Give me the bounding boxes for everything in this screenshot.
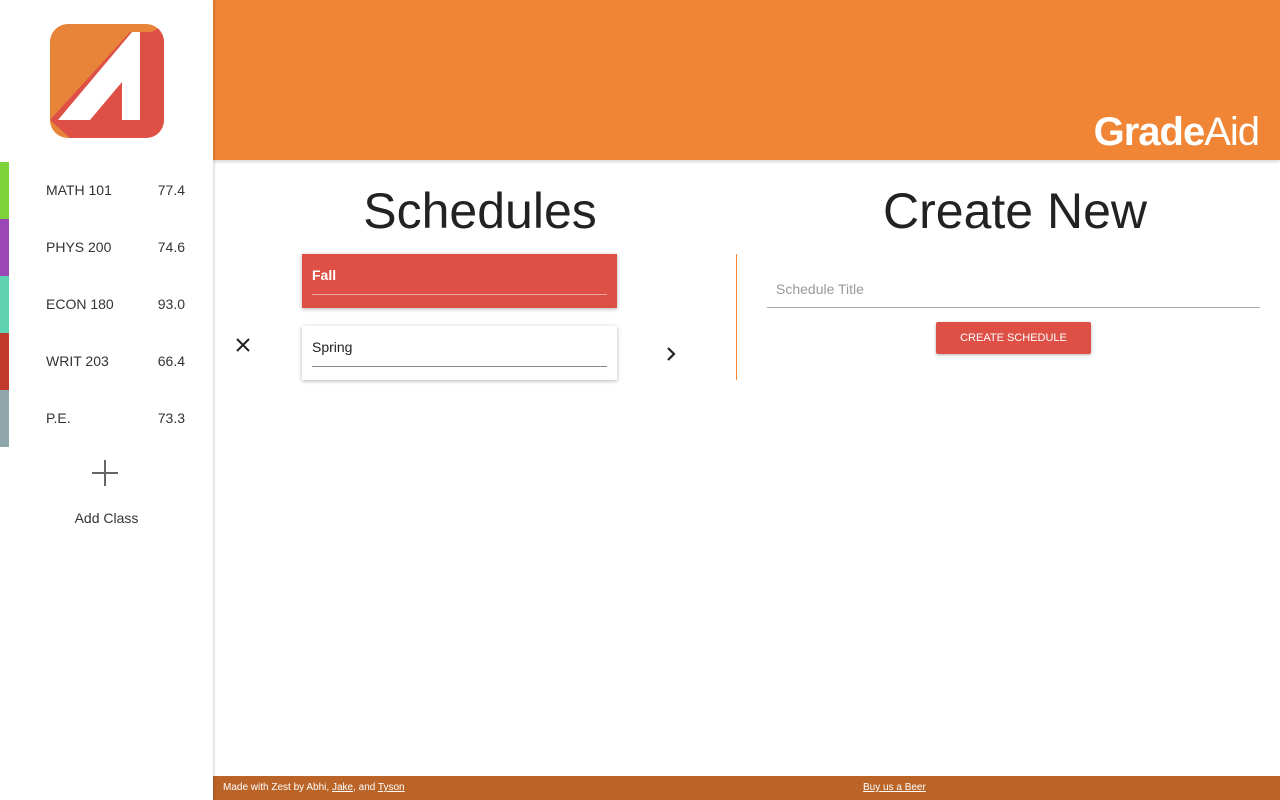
- schedule-name: Spring: [312, 339, 353, 355]
- add-class-label: Add Class: [74, 510, 139, 526]
- sidebar: MATH 101 77.4 PHYS 200 74.6 ECON 180 93.0 WRIT…: [0, 0, 213, 800]
- class-list: MATH 101 77.4 PHYS 200 74.6 ECON 180 93.0 WRIT…: [0, 162, 213, 447]
- class-color-stripe: [0, 276, 9, 333]
- class-name: PHYS 200: [46, 239, 112, 255]
- buy-beer-link[interactable]: Buy us a Beer: [863, 782, 926, 793]
- schedules-title: Schedules: [363, 183, 597, 239]
- class-item[interactable]: P.E. 73.3: [0, 390, 213, 447]
- footer-credits: Made with Zest by Abhi, Jake, and Tyson: [223, 782, 405, 793]
- schedule-name: Fall: [312, 267, 337, 283]
- class-color-stripe: [0, 162, 9, 219]
- schedule-underline: [312, 294, 607, 295]
- chevron-right-icon[interactable]: [661, 344, 681, 364]
- credits-prefix: Made with Zest by Abhi,: [223, 782, 332, 793]
- class-name: MATH 101: [46, 182, 112, 198]
- footer: Made with Zest by Abhi, Jake, and Tyson …: [213, 776, 1280, 800]
- brand-light: Aid: [1204, 110, 1260, 154]
- plus-icon: [92, 460, 118, 486]
- class-item[interactable]: PHYS 200 74.6: [0, 219, 213, 276]
- close-icon[interactable]: [234, 336, 252, 354]
- class-grade: 93.0: [157, 296, 185, 312]
- gradeaid-logo-icon[interactable]: [50, 24, 164, 138]
- class-item[interactable]: MATH 101 77.4: [0, 162, 213, 219]
- class-name: ECON 180: [46, 296, 114, 312]
- section-divider: [736, 254, 737, 380]
- header: GradeAid: [213, 0, 1280, 160]
- schedule-title-input[interactable]: [767, 270, 1260, 308]
- class-item[interactable]: WRIT 203 66.4: [0, 333, 213, 390]
- class-color-stripe: [0, 219, 9, 276]
- class-grade: 66.4: [157, 353, 185, 369]
- class-name: P.E.: [46, 410, 71, 426]
- brand-bold: Grade: [1093, 110, 1206, 154]
- add-class-button[interactable]: Add Class: [0, 456, 213, 536]
- create-schedule-button[interactable]: CREATE SCHEDULE: [936, 322, 1091, 354]
- class-color-stripe: [0, 390, 9, 447]
- schedule-card-spring[interactable]: Spring: [302, 326, 617, 380]
- brand-wordmark: GradeAid: [1093, 110, 1260, 155]
- class-grade: 73.3: [157, 410, 185, 426]
- schedule-card-fall[interactable]: Fall: [302, 254, 617, 308]
- class-color-stripe: [0, 333, 9, 390]
- schedule-underline: [312, 366, 607, 367]
- class-grade: 74.6: [157, 239, 185, 255]
- class-grade: 77.4: [157, 182, 185, 198]
- tyson-link[interactable]: Tyson: [378, 782, 405, 793]
- class-item[interactable]: ECON 180 93.0: [0, 276, 213, 333]
- class-name: WRIT 203: [46, 353, 109, 369]
- create-new-title: Create New: [883, 183, 1147, 239]
- jake-link[interactable]: Jake: [332, 782, 353, 793]
- credits-separator: , and: [353, 782, 378, 793]
